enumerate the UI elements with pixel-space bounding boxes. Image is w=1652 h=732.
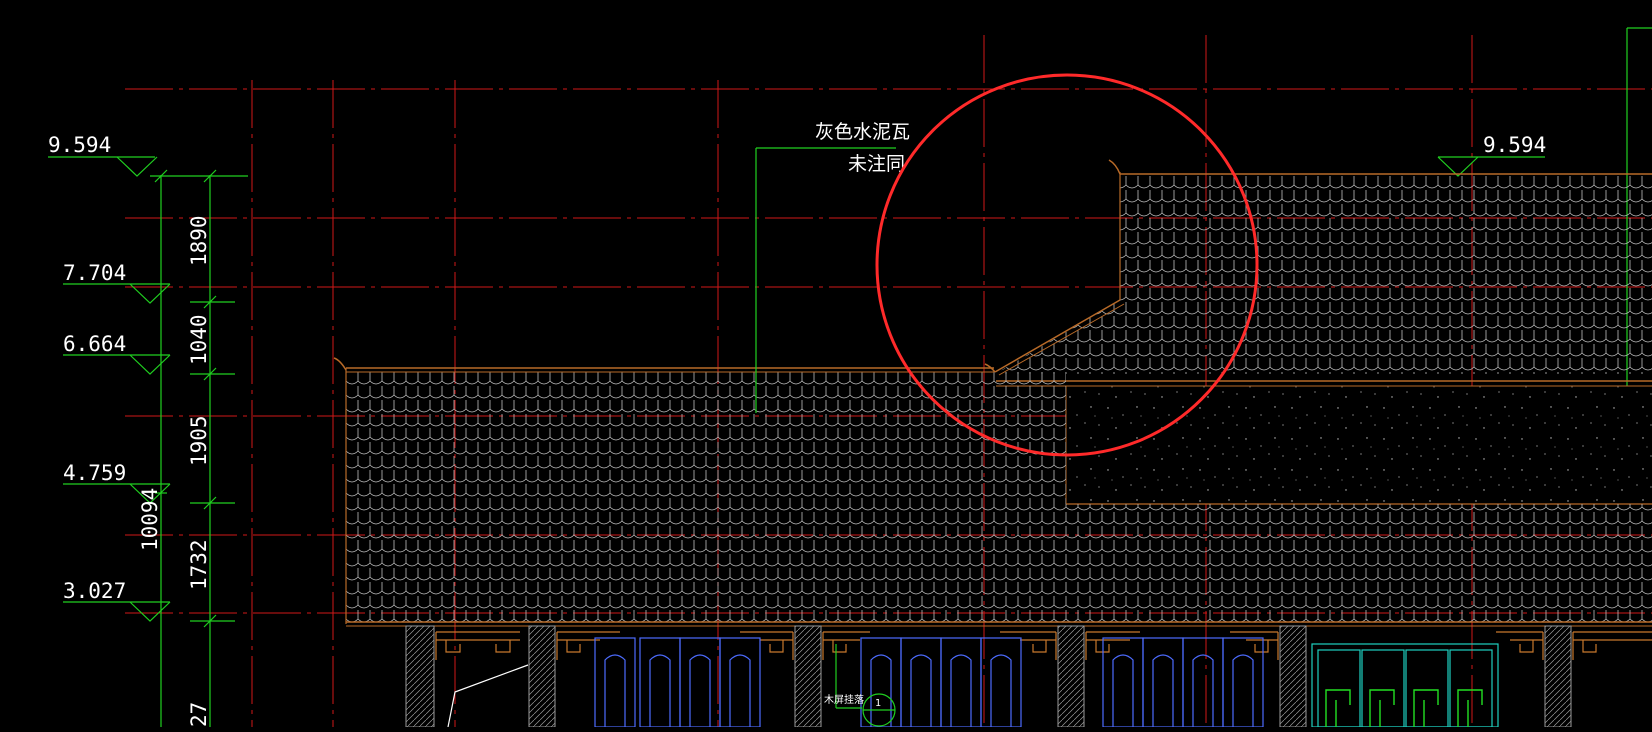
facade-columns: [405, 625, 1572, 727]
dimension-value: 1890: [187, 215, 211, 266]
dimension-value: 1732: [187, 539, 211, 590]
annotation-material: 灰色水泥瓦: [815, 121, 910, 143]
elevation-label: 7.704: [63, 261, 126, 285]
cad-drawing-viewport[interactable]: 9.594 7.704 6.664 4.759 3.027 1890 1040 …: [0, 0, 1652, 727]
lattice-door-panels: [594, 637, 1264, 727]
diagonal-brace: [447, 664, 529, 727]
dimension-value: 1905: [187, 415, 211, 466]
elevation-label: 4.759: [63, 461, 126, 485]
dimension-value: 1040: [187, 314, 211, 365]
elevation-label: 3.027: [63, 579, 126, 603]
upper-roof: [984, 159, 1652, 376]
dimension-value: 27: [187, 702, 211, 727]
elevation-label: 6.664: [63, 332, 126, 356]
elevation-drawing: 9.594 7.704 6.664 4.759 3.027 1890 1040 …: [48, 27, 1652, 727]
elevation-label-right: 9.594: [1483, 133, 1546, 157]
wall-band: [996, 380, 1652, 505]
annotation-note: 未注同: [848, 153, 905, 175]
detail-marker-label: 木屏挂落: [824, 693, 864, 706]
dimension-total: 10094: [138, 488, 162, 551]
detail-marker-number: 1: [875, 698, 881, 709]
window-lattice-right: [1311, 643, 1499, 727]
elevation-label: 9.594: [48, 133, 111, 157]
